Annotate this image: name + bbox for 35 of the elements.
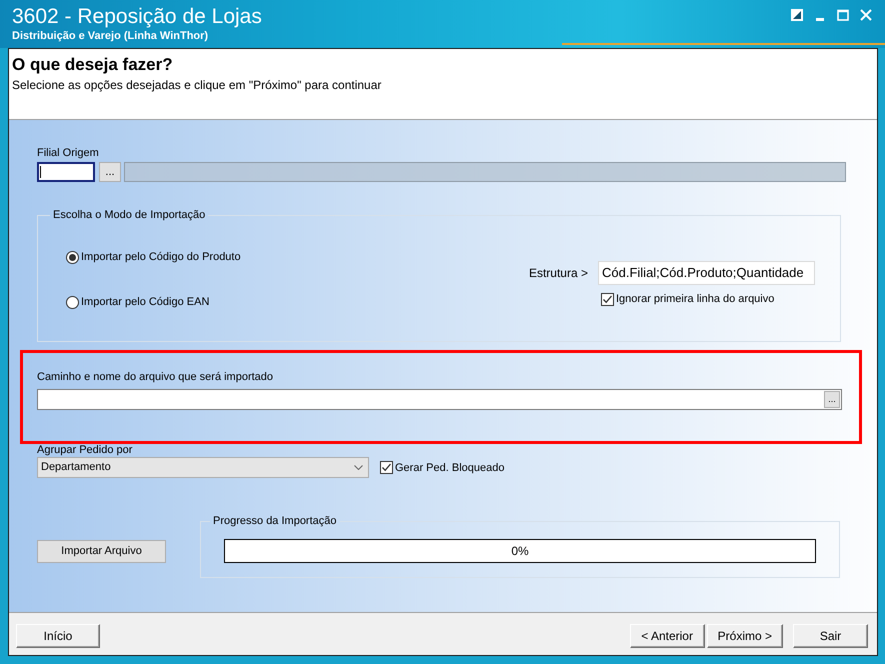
- nav-button[interactable]: Próximo >: [706, 624, 783, 648]
- field-label: Caminho e nome do arquivo que será importado: [37, 370, 274, 384]
- field-label: Estrutura >: [528, 266, 588, 280]
- window-subtitle: Distribuição e Varejo (Linha WinThor): [12, 30, 210, 43]
- half-filled-square-icon[interactable]: [791, 9, 803, 21]
- nav-button[interactable]: Início: [16, 624, 100, 648]
- file-path-field[interactable]: ...: [37, 389, 842, 410]
- option-label[interactable]: Importar pelo Código do Produto: [81, 250, 241, 264]
- text-cursor-icon: [40, 166, 41, 178]
- radio-button[interactable]: [66, 296, 79, 308]
- import-button[interactable]: Importar Arquivo: [37, 540, 166, 563]
- maximize-icon[interactable]: [837, 9, 849, 21]
- checkbox-label[interactable]: Ignorar primeira linha do arquivo: [616, 292, 774, 306]
- branch-code-field[interactable]: [37, 162, 95, 182]
- field-label: Filial Origem: [37, 147, 99, 160]
- instruction-text: Selecione as opções desejadas e clique em "Próximo" para continuar: [12, 78, 382, 93]
- checkbox-label[interactable]: Gerar Ped. Bloqueado: [395, 460, 504, 474]
- group-title: Progresso da Importação: [212, 514, 338, 528]
- chevron-down-icon: [354, 465, 363, 470]
- field-label: Agrupar Pedido por: [37, 444, 132, 457]
- group-title: Escolha o Modo de Importação: [52, 208, 206, 222]
- progress-reading: 0%: [511, 544, 529, 558]
- checkbox[interactable]: [380, 461, 393, 474]
- radio-button[interactable]: [66, 250, 79, 264]
- window-title: 3602 - Reposição de Lojas: [12, 4, 262, 30]
- checkbox[interactable]: [601, 292, 614, 306]
- page-heading: O que deseja fazer?: [12, 54, 174, 76]
- browse-button[interactable]: ...: [824, 391, 840, 408]
- lookup-button[interactable]: ...: [99, 162, 121, 182]
- nav-button[interactable]: Sair: [793, 624, 868, 648]
- nav-button[interactable]: < Anterior: [630, 624, 705, 648]
- close-icon[interactable]: [860, 9, 872, 21]
- option-label[interactable]: Importar pelo Código EAN: [81, 295, 210, 309]
- structure-field[interactable]: Cód.Filial;Cód.Produto;Quantidade: [598, 261, 815, 285]
- group-by-dropdown[interactable]: Departamento: [37, 457, 369, 478]
